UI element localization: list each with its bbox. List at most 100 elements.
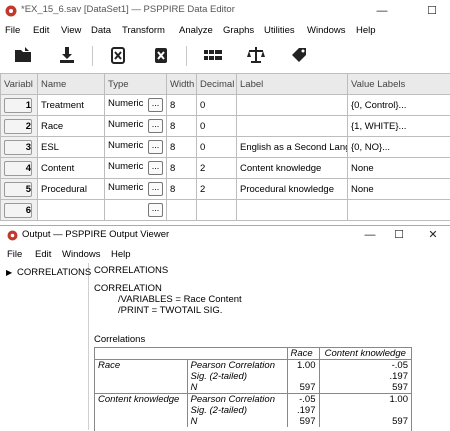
menu-file[interactable]: File — [7, 249, 22, 260]
menu-help[interactable]: Help — [111, 249, 131, 260]
col-header-content: Content knowledge — [319, 348, 411, 360]
row-number[interactable]: 6 — [1, 200, 38, 221]
menu-windows[interactable]: Windows — [307, 25, 346, 36]
type-ellipsis-button[interactable]: ... — [148, 119, 163, 133]
cell-width[interactable]: 8 — [167, 95, 197, 116]
cell-value-labels[interactable]: {1, WHITE}... — [348, 116, 450, 137]
grid-header-row: Variabl Name Type Width Decimal Label Va… — [1, 74, 450, 95]
col-header-name[interactable]: Name — [38, 74, 105, 95]
row-number[interactable]: 5 — [1, 179, 38, 200]
type-ellipsis-button[interactable]: ... — [148, 161, 163, 175]
cell-value: 1.00 — [319, 394, 411, 406]
cell-name[interactable] — [38, 200, 105, 221]
syntax-line: /PRINT = TWOTAIL SIG. — [118, 305, 222, 316]
menu-file[interactable]: File — [5, 25, 20, 36]
cell-decimals[interactable]: 0 — [197, 95, 237, 116]
goto-variable-icon[interactable] — [150, 44, 172, 66]
menu-utilities[interactable]: Utilities — [264, 25, 295, 36]
weight-icon[interactable] — [245, 44, 267, 66]
toolbar-separator — [186, 46, 187, 66]
maximize-button[interactable]: ☐ — [387, 226, 411, 244]
insert-variable-icon[interactable] — [202, 44, 224, 66]
menu-edit[interactable]: Edit — [33, 25, 49, 36]
cell-value-labels[interactable]: {0, Control}... — [348, 95, 450, 116]
cell-type[interactable]: Numeric... — [105, 158, 167, 179]
cell-value-labels[interactable] — [348, 200, 450, 221]
value-labels-icon[interactable] — [288, 44, 310, 66]
app-icon — [7, 230, 18, 241]
nav-item-correlations[interactable]: CORRELATIONS — [17, 267, 91, 278]
cell-type[interactable]: Numeric... — [105, 137, 167, 158]
minimize-button[interactable]: — — [370, 2, 394, 20]
cell-label[interactable] — [237, 95, 348, 116]
row-number[interactable]: 2 — [1, 116, 38, 137]
cell-width[interactable]: 8 — [167, 179, 197, 200]
minimize-button[interactable]: — — [358, 226, 382, 244]
menu-edit[interactable]: Edit — [35, 249, 51, 260]
menu-graphs[interactable]: Graphs — [223, 25, 254, 36]
col-header-value-labels[interactable]: Value Labels — [348, 74, 450, 95]
editor-toolbar — [0, 40, 450, 72]
row-statistic: Sig. (2-tailed) — [187, 371, 287, 382]
goto-case-icon[interactable] — [107, 44, 129, 66]
table-row: 6 ... — [1, 200, 450, 221]
col-header-variable[interactable]: Variabl — [1, 74, 38, 95]
cell-name[interactable]: Content — [38, 158, 105, 179]
cell-decimals[interactable]: 0 — [197, 137, 237, 158]
cell-value-labels[interactable]: {0, NO}... — [348, 137, 450, 158]
row-number[interactable]: 3 — [1, 137, 38, 158]
cell-value: -.05 — [287, 394, 319, 406]
menu-windows[interactable]: Windows — [62, 249, 101, 260]
cell-label[interactable] — [237, 116, 348, 137]
type-ellipsis-button[interactable]: ... — [148, 98, 163, 112]
cell-width[interactable]: 8 — [167, 116, 197, 137]
cell-value-labels[interactable]: None — [348, 179, 450, 200]
type-ellipsis-button[interactable]: ... — [148, 182, 163, 196]
maximize-button[interactable]: ☐ — [420, 2, 444, 20]
col-header-type[interactable]: Type — [105, 74, 167, 95]
cell-decimals[interactable] — [197, 200, 237, 221]
cell-value: 1.00 — [287, 360, 319, 372]
table-row: 4 Content Numeric... 8 2 Content knowled… — [1, 158, 450, 179]
open-icon[interactable] — [12, 44, 34, 66]
save-icon[interactable] — [56, 44, 78, 66]
cell-decimals[interactable]: 0 — [197, 116, 237, 137]
col-header-width[interactable]: Width — [167, 74, 197, 95]
cell-decimals[interactable]: 2 — [197, 179, 237, 200]
type-ellipsis-button[interactable]: ... — [148, 203, 163, 217]
cell-type[interactable]: Numeric... — [105, 179, 167, 200]
cell-label[interactable]: Content knowledge — [237, 158, 348, 179]
cell-value — [319, 405, 411, 416]
cell-width[interactable]: 8 — [167, 158, 197, 179]
cell-type[interactable]: ... — [105, 200, 167, 221]
menu-transform[interactable]: Transform — [122, 25, 165, 36]
cell-name[interactable]: Treatment — [38, 95, 105, 116]
cell-width[interactable] — [167, 200, 197, 221]
cell-decimals[interactable]: 2 — [197, 158, 237, 179]
row-number[interactable]: 1 — [1, 95, 38, 116]
cell-value: -.05 — [319, 360, 411, 372]
cell-type[interactable]: Numeric... — [105, 95, 167, 116]
menu-view[interactable]: View — [61, 25, 81, 36]
cell-label[interactable]: Procedural knowledge — [237, 179, 348, 200]
menu-analyze[interactable]: Analyze — [179, 25, 213, 36]
cell-name[interactable]: ESL — [38, 137, 105, 158]
cell-label[interactable] — [237, 200, 348, 221]
row-number[interactable]: 4 — [1, 158, 38, 179]
menu-data[interactable]: Data — [91, 25, 111, 36]
cell-value-labels[interactable]: None — [348, 158, 450, 179]
cell-name[interactable]: Procedural — [38, 179, 105, 200]
col-header-label[interactable]: Label — [237, 74, 348, 95]
cell-name[interactable]: Race — [38, 116, 105, 137]
cell-width[interactable]: 8 — [167, 137, 197, 158]
col-header-decimals[interactable]: Decimal — [197, 74, 237, 95]
table-row: Race Pearson Correlation 1.00 -.05 — [95, 360, 411, 372]
expander-icon[interactable]: ▶ — [6, 268, 12, 277]
cell-label[interactable]: English as a Second Lang — [237, 137, 348, 158]
type-ellipsis-button[interactable]: ... — [148, 140, 163, 154]
cell-type[interactable]: Numeric... — [105, 116, 167, 137]
correlations-table: Race Content knowledge Race Pearson Corr… — [94, 347, 412, 431]
table-row: 5 Procedural Numeric... 8 2 Procedural k… — [1, 179, 450, 200]
close-button[interactable]: ✕ — [421, 226, 445, 244]
menu-help[interactable]: Help — [356, 25, 376, 36]
